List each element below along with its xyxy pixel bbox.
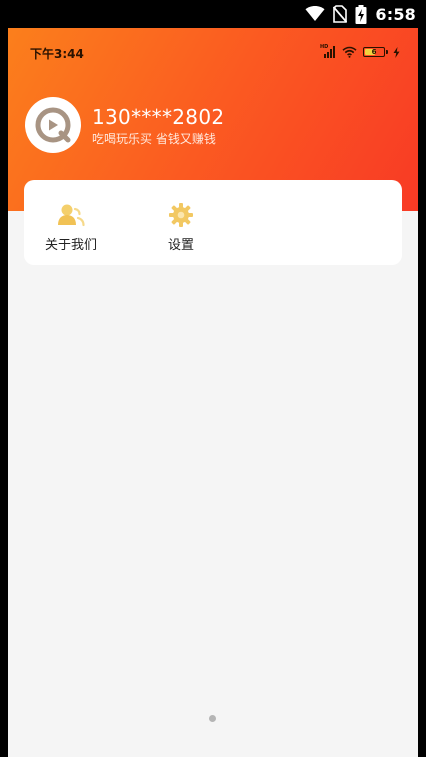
app-slogan: 吃喝玩乐买 省钱又赚钱 [92, 131, 216, 146]
wifi-icon [342, 46, 357, 58]
page-indicator-dot [209, 715, 216, 722]
menu-item-settings[interactable]: 设置 [134, 180, 228, 265]
battery-icon: 6 [363, 47, 388, 57]
app-status-icons: HD 6 [320, 44, 400, 60]
wifi-icon [305, 6, 325, 21]
avatar[interactable] [25, 97, 81, 153]
app-status-bar: 下午3:44 HD 6 [8, 28, 418, 76]
menu-item-label: 关于我们 [44, 238, 97, 253]
menu-item-about-us[interactable]: 关于我们 [24, 180, 118, 265]
system-clock: 6:58 [375, 4, 416, 24]
device-screen: 6:58 下午3:44 HD 6 130****2802 吃喝玩乐买 省钱又赚钱… [0, 0, 426, 757]
menu-card: 关于我们 设置 [24, 180, 402, 265]
about-us-icon [57, 202, 85, 228]
system-status-icons: 6:58 [305, 3, 416, 25]
battery-level-label: 6 [371, 47, 377, 56]
battery-charging-icon [355, 4, 367, 24]
signal-icon: HD [320, 45, 336, 58]
app-logo-icon [35, 107, 71, 143]
settings-gear-icon [167, 202, 195, 228]
menu-item-label: 设置 [167, 238, 194, 253]
no-sim-icon [333, 5, 348, 23]
user-phone-number: 130****2802 [92, 104, 225, 129]
system-status-bar: 6:58 [0, 0, 426, 28]
profile-text: 130****2802 吃喝玩乐买 省钱又赚钱 [92, 105, 224, 146]
app-status-time: 下午3:44 [30, 47, 84, 61]
app-screen: 下午3:44 HD 6 130****2802 吃喝玩乐买 省钱又赚钱 关于我们… [8, 28, 418, 757]
user-profile[interactable]: 130****2802 吃喝玩乐买 省钱又赚钱 [25, 97, 224, 153]
charging-icon [393, 46, 400, 58]
